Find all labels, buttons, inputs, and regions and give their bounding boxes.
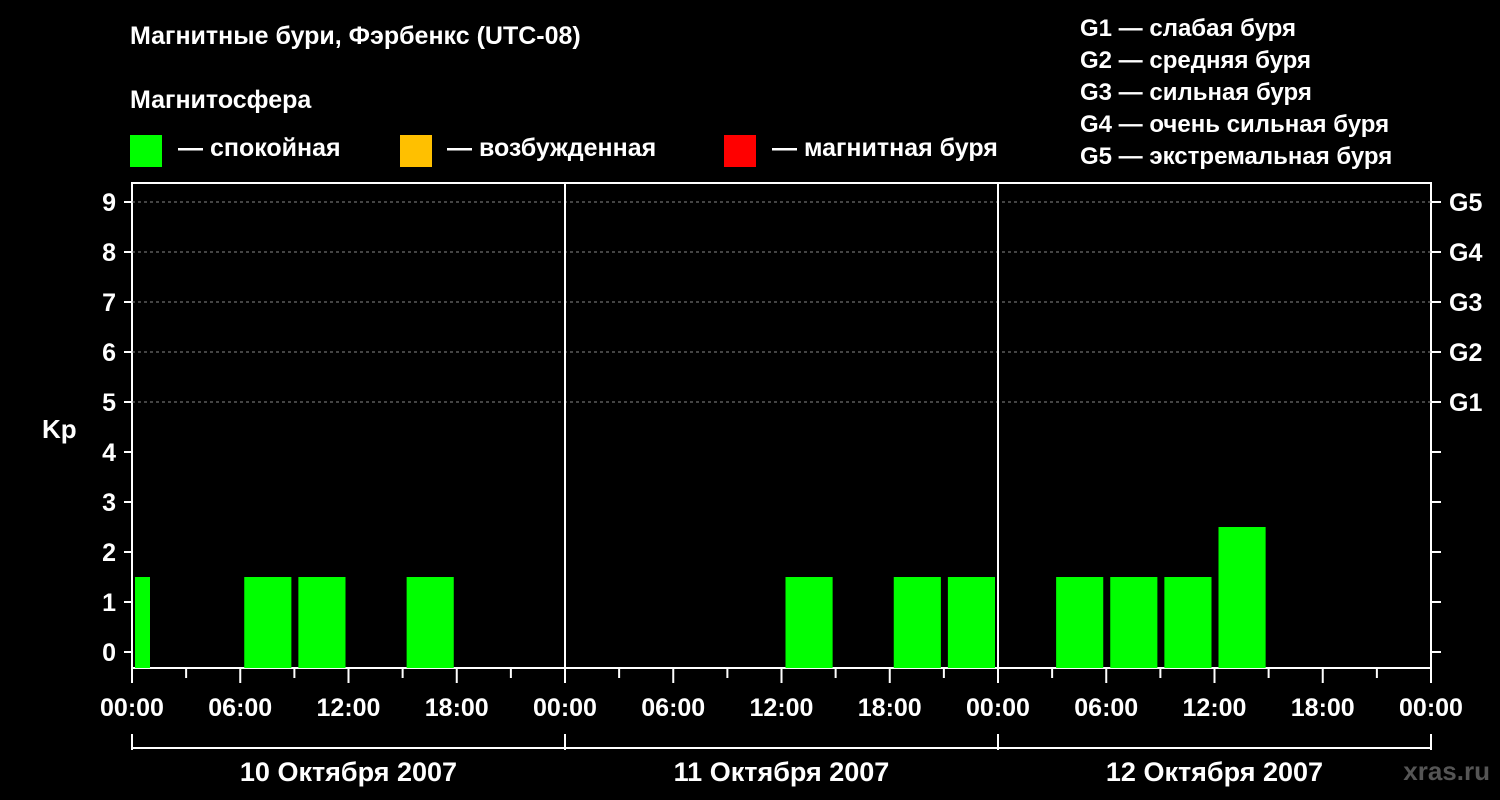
g-level-label: G5 (1449, 189, 1482, 217)
y-tick-label: 3 (102, 489, 116, 517)
watermark: xras.ru (1403, 756, 1490, 786)
y-tick-label: 0 (102, 639, 116, 667)
x-tick-label: 00:00 (1399, 694, 1463, 722)
kp-bar (1218, 527, 1266, 668)
y-tick-label: 5 (102, 389, 116, 417)
x-tick-label: 00:00 (100, 694, 164, 722)
kp-bar (1164, 577, 1212, 668)
kp-bar (1056, 577, 1104, 668)
x-tick-label: 00:00 (533, 694, 597, 722)
kp-bar (244, 577, 292, 668)
kp-bar (135, 577, 150, 668)
y-tick-label: 4 (102, 439, 116, 467)
y-tick-label: 2 (102, 539, 116, 567)
kp-bar (947, 577, 995, 668)
x-tick-label: 12:00 (750, 694, 814, 722)
y-tick-label: 9 (102, 189, 116, 217)
kp-bar (785, 577, 833, 668)
x-tick-label: 06:00 (1074, 694, 1138, 722)
y-axis-label: Kp (42, 414, 77, 444)
x-tick-label: 18:00 (1291, 694, 1355, 722)
y-tick-label: 8 (102, 239, 116, 267)
y-tick-label: 1 (102, 589, 116, 617)
kp-bar (406, 577, 454, 668)
x-tick-label: 12:00 (1183, 694, 1247, 722)
x-tick-label: 12:00 (317, 694, 381, 722)
kp-bar (298, 577, 346, 668)
g-level-label: G1 (1449, 389, 1482, 417)
y-tick-label: 6 (102, 339, 116, 367)
day-label: 12 Октября 2007 (1106, 757, 1323, 787)
kp-bar (1110, 577, 1158, 668)
x-tick-label: 18:00 (858, 694, 922, 722)
x-tick-label: 18:00 (425, 694, 489, 722)
day-label: 10 Октября 2007 (240, 757, 457, 787)
x-tick-label: 00:00 (966, 694, 1030, 722)
g-level-label: G3 (1449, 289, 1482, 317)
g-level-label: G2 (1449, 339, 1482, 367)
y-tick-label: 7 (102, 289, 116, 317)
kp-bar (893, 577, 941, 668)
x-tick-label: 06:00 (208, 694, 272, 722)
day-label: 11 Октября 2007 (674, 757, 890, 787)
x-tick-label: 06:00 (641, 694, 705, 722)
kp-bar-chart: 0 1 2 3 4 5 6 7 8 9 G1 G2 G3 G4 G5 Kp 00:00 06:00 12:00 18:… (42, 182, 1482, 787)
g-level-label: G4 (1449, 239, 1482, 267)
